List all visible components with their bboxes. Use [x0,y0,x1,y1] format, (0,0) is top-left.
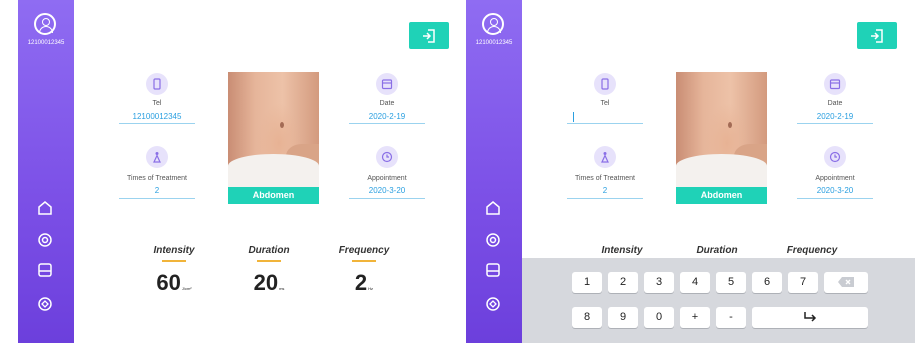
treatment-area-button[interactable]: Abdomen [676,187,767,204]
photo-brief [676,154,767,187]
times-field[interactable]: 2 [567,186,643,195]
clock-icon [824,146,846,168]
frequency-number: 2 [354,270,368,295]
key-3[interactable]: 3 [644,272,674,293]
appointment-field[interactable]: 2020-3-20 [797,186,873,195]
intensity-label: Intensity [153,245,195,256]
date-field[interactable]: 2020-2-19 [797,112,873,121]
duration-label: Duration [248,245,290,256]
appointment-underline [797,198,873,199]
intensity-bar [162,260,186,262]
body-icon [146,146,168,168]
key-1[interactable]: 1 [572,272,602,293]
appointment-underline [349,198,425,199]
appointment-label: Appointment [815,175,855,182]
user-icon[interactable] [34,13,56,35]
tel-underline [119,123,195,124]
enter-key[interactable] [752,307,868,328]
body-icon [594,146,616,168]
key-8[interactable]: 8 [572,307,602,328]
duration-bar [257,260,281,262]
date-underline [797,123,873,124]
times-label: Times of Treatment [574,175,636,182]
date-label: Date [827,100,843,107]
enter-icon [804,312,817,322]
target-icon[interactable] [37,296,53,312]
key-minus[interactable]: - [716,307,746,328]
intensity-number: 60 [156,270,181,295]
key-0[interactable]: 0 [644,307,674,328]
duration-label: Duration [696,245,738,256]
user-id: 12100012345 [475,40,513,46]
frequency-label: Frequency [786,245,838,256]
exit-button[interactable] [409,22,449,49]
treatment-area-photo [676,72,767,187]
frequency-bar [352,260,376,262]
tel-underline [567,123,643,124]
frequency-unit: Hz [368,286,374,291]
appointment-label: Appointment [367,175,407,182]
tel-field[interactable]: 12100012345 [119,112,195,121]
home-icon[interactable] [37,200,53,216]
times-underline [567,198,643,199]
calendar-icon [824,73,846,95]
date-label: Date [379,100,395,107]
calendar-icon [376,73,398,95]
frequency-value[interactable]: 2Hz [324,270,404,296]
sidebar: 12100012345 [18,0,74,343]
settings-icon[interactable] [37,232,53,248]
key-plus[interactable]: + [680,307,710,328]
phone-icon [146,73,168,95]
key-7[interactable]: 7 [788,272,818,293]
treatment-screen-edit: 12100012345 Tel Date 2020-2-19 Times of … [466,0,915,343]
user-icon[interactable] [482,13,504,35]
key-6[interactable]: 6 [752,272,782,293]
key-9[interactable]: 9 [608,307,638,328]
tel-input-cursor[interactable] [573,112,574,122]
save-icon[interactable] [37,262,53,278]
times-field[interactable]: 2 [119,186,195,195]
treatment-area-photo [228,72,319,187]
times-label: Times of Treatment [126,175,188,182]
date-field[interactable]: 2020-2-19 [349,112,425,121]
intensity-label: Intensity [601,245,643,256]
key-4[interactable]: 4 [680,272,710,293]
exit-icon [871,29,883,43]
key-5[interactable]: 5 [716,272,746,293]
frequency-label: Frequency [338,245,390,256]
tel-label: Tel [600,100,610,107]
intensity-value[interactable]: 60J/cm² [134,270,214,296]
date-underline [349,123,425,124]
duration-value[interactable]: 20ms [229,270,309,296]
user-id: 12100012345 [27,40,65,46]
sidebar: 12100012345 [466,0,522,343]
clock-icon [376,146,398,168]
exit-icon [423,29,435,43]
photo-navel [728,122,732,128]
treatment-screen-view: 12100012345 Tel 12100012345 Date 2020-2-… [18,0,467,343]
settings-icon[interactable] [485,232,501,248]
photo-brief [228,154,319,187]
home-icon[interactable] [485,200,501,216]
key-2[interactable]: 2 [608,272,638,293]
numeric-keyboard: 1 2 3 4 5 6 7 8 9 0 + - [522,258,915,343]
times-underline [119,198,195,199]
duration-number: 20 [253,270,279,295]
photo-navel [280,122,284,128]
appointment-field[interactable]: 2020-3-20 [349,186,425,195]
phone-icon [594,73,616,95]
save-icon[interactable] [485,262,501,278]
duration-unit: ms [279,286,285,291]
intensity-unit: J/cm² [181,286,192,291]
treatment-area-button[interactable]: Abdomen [228,187,319,204]
backspace-key[interactable] [824,272,868,293]
exit-button[interactable] [857,22,897,49]
target-icon[interactable] [485,296,501,312]
backspace-icon [838,277,854,288]
tel-label: Tel [152,100,162,107]
